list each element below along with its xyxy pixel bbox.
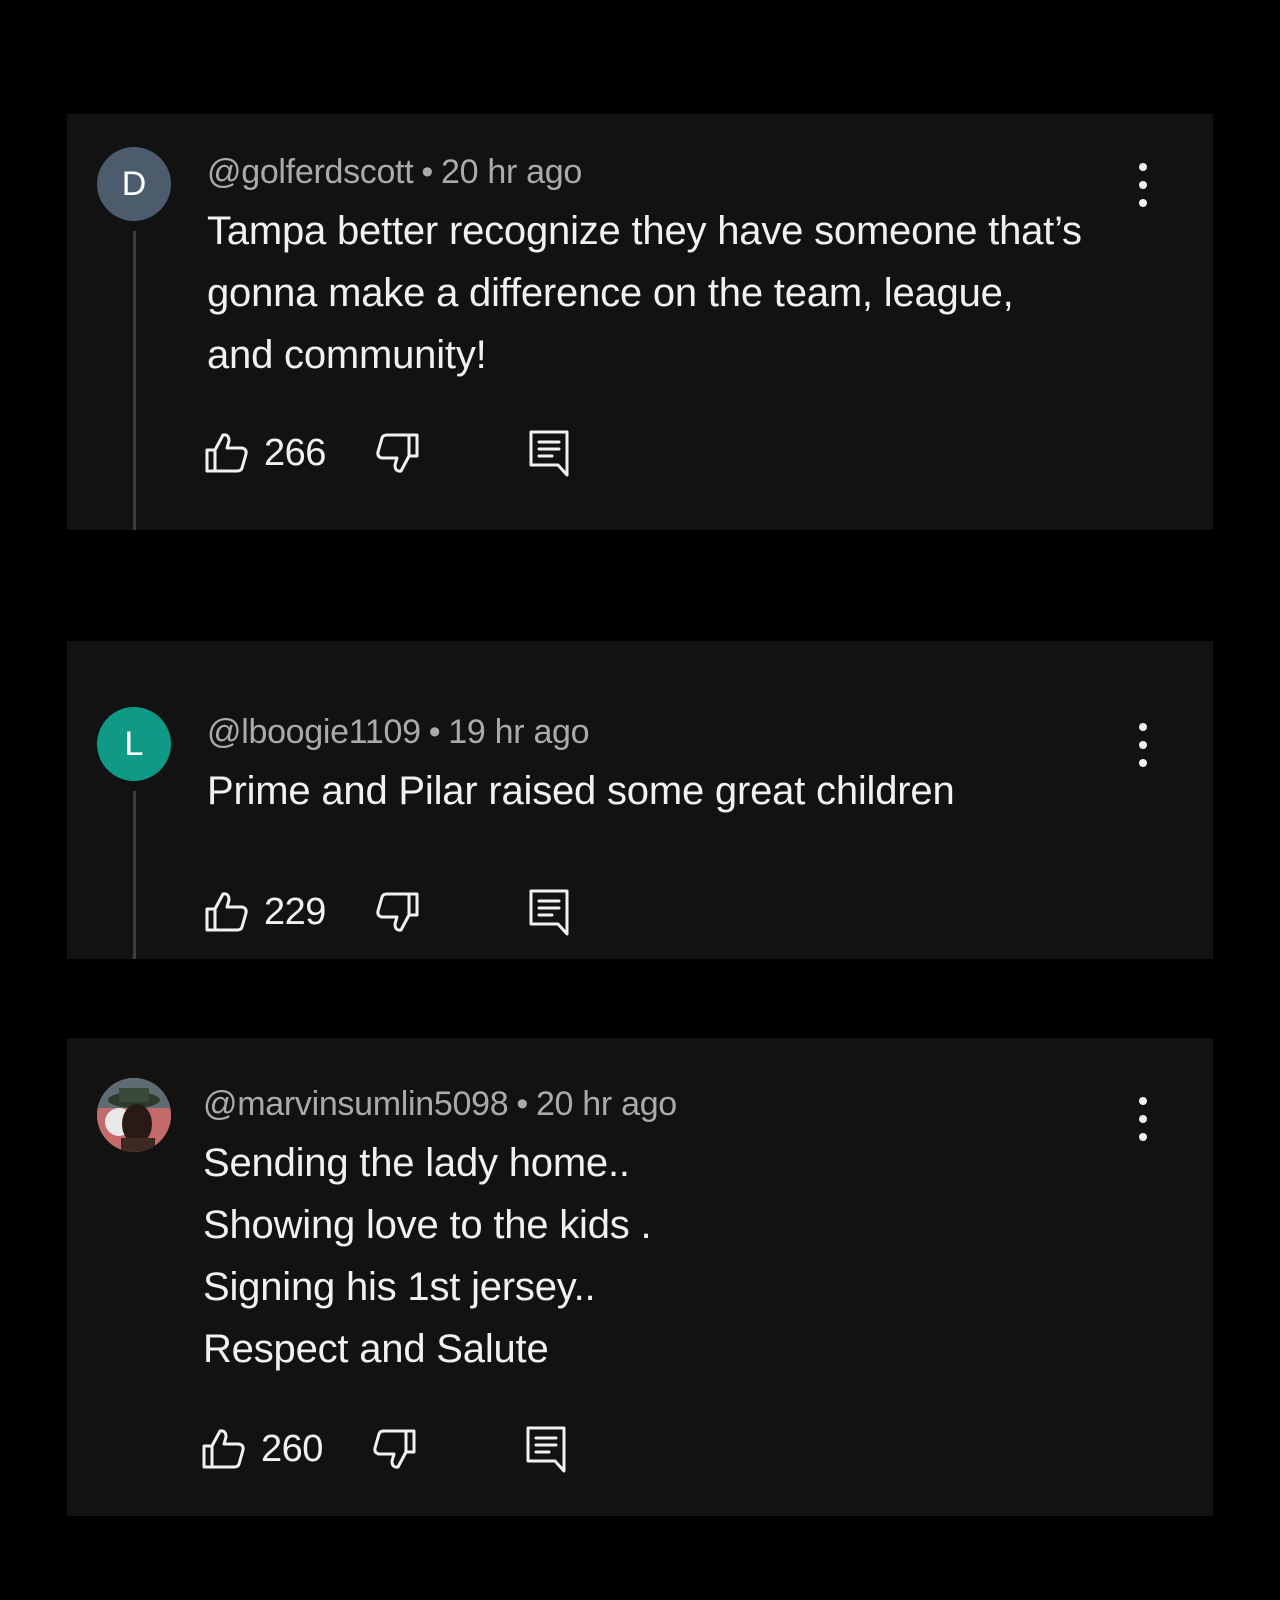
comment-card: @marvinsumlin5098 • 20 hr ago Sending the … (67, 1038, 1213, 1516)
dislike-button[interactable] (374, 430, 420, 476)
reply-icon (529, 889, 569, 936)
comment-handle[interactable]: @lboogie1109 (207, 713, 421, 751)
comment-meta: @lboogie1109 • 19 hr ago (207, 710, 1133, 754)
comment-handle[interactable]: @golferdscott (207, 153, 414, 191)
reply-button[interactable] (528, 888, 570, 936)
avatar-letter: L (124, 724, 144, 763)
meta-separator: • (421, 153, 433, 191)
reply-button[interactable] (528, 429, 570, 477)
avatar-letter: D (121, 164, 147, 203)
like-button[interactable]: 260 (201, 1426, 371, 1472)
more-vert-icon[interactable] (1133, 1097, 1153, 1141)
comment-text-line: Sending the lady home.. (203, 1141, 630, 1185)
dislike-icon (376, 892, 419, 932)
meta-separator: • (516, 1085, 528, 1123)
comment-time[interactable]: 20 hr ago (536, 1085, 677, 1123)
comment-meta: @golferdscott • 20 hr ago (207, 150, 1133, 194)
dislike-button[interactable] (374, 889, 420, 935)
comment-text-line: Showing love to the kids . (203, 1203, 652, 1247)
comment-handle[interactable]: @marvinsumlin5098 (203, 1085, 509, 1123)
comment-actions: 260 (201, 1424, 567, 1474)
more-vert-icon[interactable] (1133, 163, 1153, 207)
avatar[interactable]: L (97, 707, 171, 781)
dislike-icon (376, 433, 419, 473)
comment-body: @lboogie1109 • 19 hr ago Prime and Pilar r… (207, 710, 1133, 822)
comment-text-line: Respect and Salute (203, 1327, 549, 1371)
like-button[interactable]: 229 (204, 889, 374, 935)
like-icon (202, 1429, 245, 1469)
reply-icon (529, 430, 569, 477)
comment-time[interactable]: 19 hr ago (448, 713, 589, 751)
comment-card: D @golferdscott • 20 hr ago Tampa better r… (67, 114, 1213, 530)
reply-icon (526, 1426, 566, 1473)
like-icon (205, 892, 248, 932)
dislike-icon (373, 1429, 416, 1469)
comment-time[interactable]: 20 hr ago (441, 153, 582, 191)
comment-text: Prime and Pilar raised some great childr… (207, 760, 1133, 822)
avatar[interactable]: D (97, 147, 171, 221)
comment-body: @marvinsumlin5098 • 20 hr ago Sending the … (203, 1082, 1133, 1380)
comment-text-line: gonna make a difference on the team, lea… (207, 271, 1014, 315)
comment-text: Sending the lady home.. Showing love to … (203, 1132, 1133, 1380)
comment-text: Tampa better recognize they have someone… (207, 200, 1133, 386)
comment-text-line: Signing his 1st jersey.. (203, 1265, 596, 1309)
comment-text-line: Prime and Pilar raised some great childr… (207, 769, 955, 813)
comment-text-line: and community! (207, 333, 487, 377)
thread-line (133, 791, 136, 959)
like-count: 266 (264, 431, 326, 474)
thread-line (133, 231, 136, 530)
comment-actions: 229 (204, 887, 570, 937)
comment-card: L @lboogie1109 • 19 hr ago Prime and Pilar… (67, 641, 1213, 959)
comment-actions: 266 (204, 428, 570, 478)
like-count: 229 (264, 890, 326, 933)
like-icon (205, 433, 248, 473)
comment-body: @golferdscott • 20 hr ago Tampa better rec… (207, 150, 1133, 386)
dislike-button[interactable] (371, 1426, 417, 1472)
like-count: 260 (261, 1427, 323, 1470)
photo-avatar-icon (97, 1078, 171, 1152)
like-button[interactable]: 266 (204, 430, 374, 476)
meta-separator: • (428, 713, 441, 751)
more-vert-icon[interactable] (1133, 723, 1153, 767)
reply-button[interactable] (525, 1425, 567, 1473)
avatar[interactable] (97, 1078, 171, 1152)
comment-meta: @marvinsumlin5098 • 20 hr ago (203, 1082, 1133, 1126)
comment-text-line: Tampa better recognize they have someone… (207, 209, 1082, 253)
